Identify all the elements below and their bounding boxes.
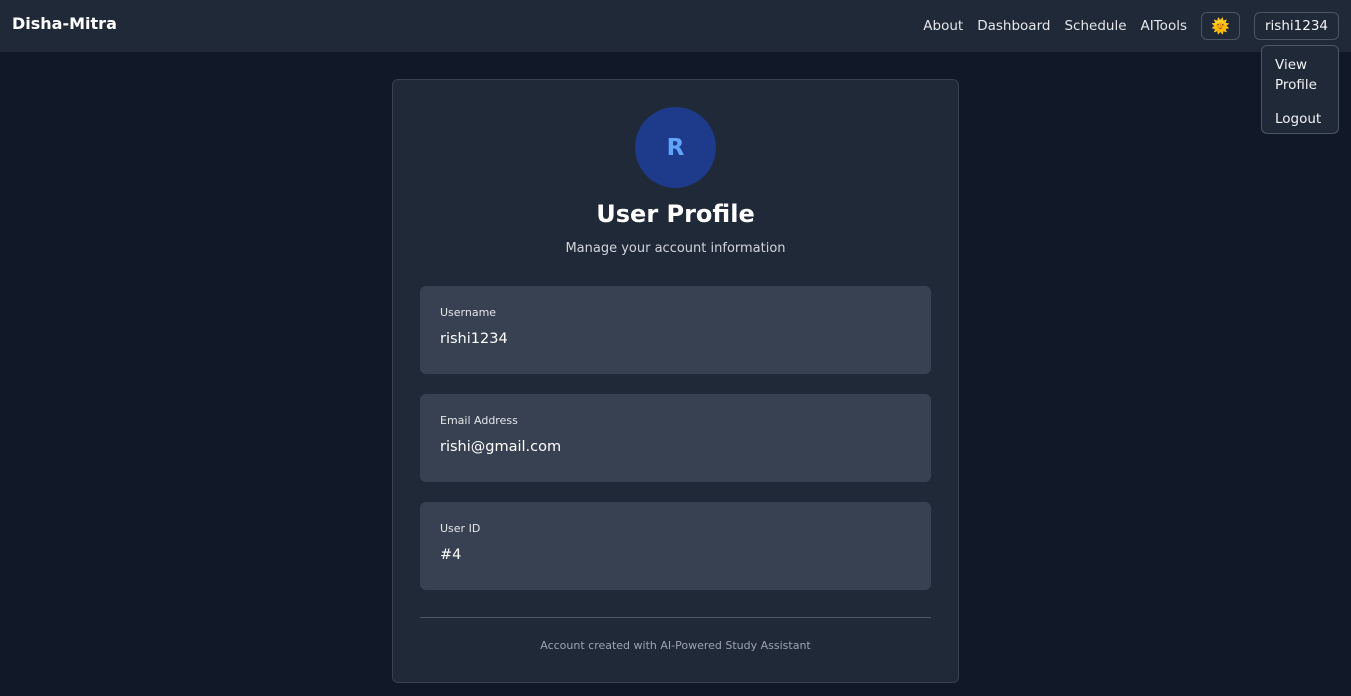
field-label: User ID (440, 522, 481, 535)
field-value: rishi1234 (440, 331, 508, 347)
nav-link-dashboard[interactable]: Dashboard (977, 18, 1050, 34)
nav-link-schedule[interactable]: Schedule (1064, 18, 1126, 34)
field-label: Username (440, 306, 497, 319)
nav-link-aitools[interactable]: AITools (1141, 18, 1187, 34)
nav-link-about[interactable]: About (923, 18, 963, 34)
avatar: R (635, 107, 716, 188)
username-field: Username rishi1234 (420, 286, 931, 374)
user-id-field: User ID #4 (420, 502, 931, 590)
user-dropdown-menu: View Profile Logout (1261, 45, 1339, 134)
view-profile-menu-item[interactable]: View Profile (1275, 55, 1325, 95)
page-subtitle: Manage your account information (565, 241, 786, 256)
field-label: Email Address (440, 414, 518, 427)
divider (420, 617, 931, 618)
profile-card: R User Profile Manage your account infor… (392, 79, 959, 683)
user-menu-button[interactable]: rishi1234 (1254, 12, 1339, 40)
field-value: rishi@gmail.com (440, 439, 562, 455)
theme-toggle-button[interactable]: 🌞 (1201, 12, 1240, 40)
footer-note: Account created with AI-Powered Study As… (540, 639, 811, 652)
sun-icon: 🌞 (1211, 17, 1230, 35)
navbar: Disha-Mitra About Dashboard Schedule AIT… (0, 0, 1351, 52)
brand-logo[interactable]: Disha-Mitra (12, 14, 117, 33)
logout-menu-item[interactable]: Logout (1275, 109, 1325, 129)
nav-menu: About Dashboard Schedule AITools 🌞 rishi… (923, 12, 1339, 40)
field-value: #4 (440, 547, 462, 563)
page-title: User Profile (596, 200, 755, 228)
email-field: Email Address rishi@gmail.com (420, 394, 931, 482)
